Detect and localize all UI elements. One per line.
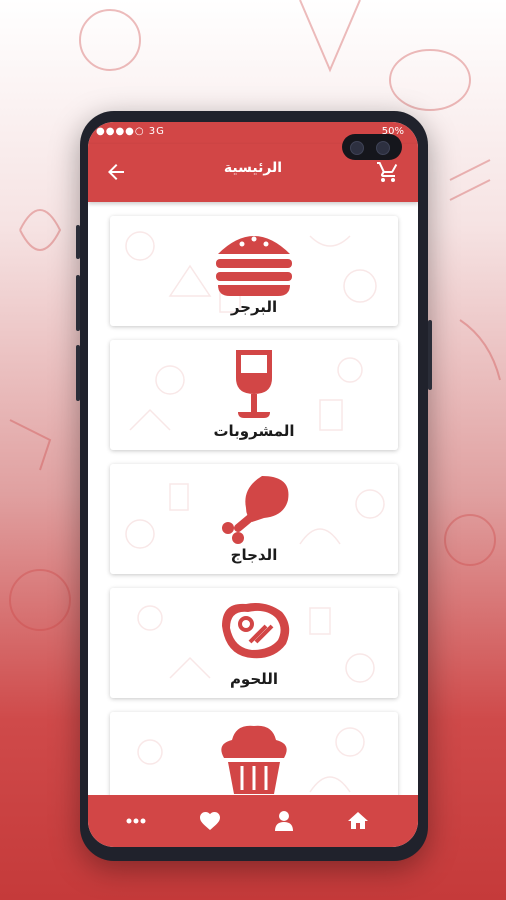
bottom-navigation <box>88 795 418 847</box>
category-list: البرجر المشروبات الدجاج اللحوم <box>88 202 418 796</box>
phone-side-button <box>428 320 432 390</box>
front-camera <box>342 134 402 160</box>
category-card-meat[interactable]: اللحوم <box>110 588 398 698</box>
category-card-burger[interactable]: البرجر <box>110 216 398 326</box>
steak-icon <box>222 603 290 659</box>
category-label: الدجاج <box>230 546 278 564</box>
category-card-chicken[interactable]: الدجاج <box>110 464 398 574</box>
app-screen: ●●●●○ 3G 50% الرئيسية البرجر المشروبات ا… <box>88 122 418 847</box>
cart-icon[interactable] <box>376 160 400 184</box>
page-title: الرئيسية <box>223 160 283 176</box>
burger-icon <box>216 236 292 296</box>
category-label: اللحوم <box>229 670 279 688</box>
heart-icon[interactable] <box>198 809 222 833</box>
camera-lens <box>376 141 390 155</box>
more-icon[interactable] <box>124 809 148 833</box>
phone-side-button <box>76 225 80 259</box>
home-icon[interactable] <box>346 809 370 833</box>
category-card-dessert[interactable] <box>110 712 398 796</box>
phone-side-button <box>76 275 80 331</box>
category-label: المشروبات <box>213 422 295 440</box>
phone-side-button <box>76 345 80 401</box>
category-label: البرجر <box>230 298 278 316</box>
user-icon[interactable] <box>272 809 296 833</box>
carrier-signal: ●●●●○ 3G <box>96 126 165 137</box>
camera-lens <box>350 141 364 155</box>
chicken-leg-icon <box>222 476 289 544</box>
wine-glass-icon <box>236 350 272 418</box>
category-card-drinks[interactable]: المشروبات <box>110 340 398 450</box>
cupcake-icon <box>221 725 287 794</box>
